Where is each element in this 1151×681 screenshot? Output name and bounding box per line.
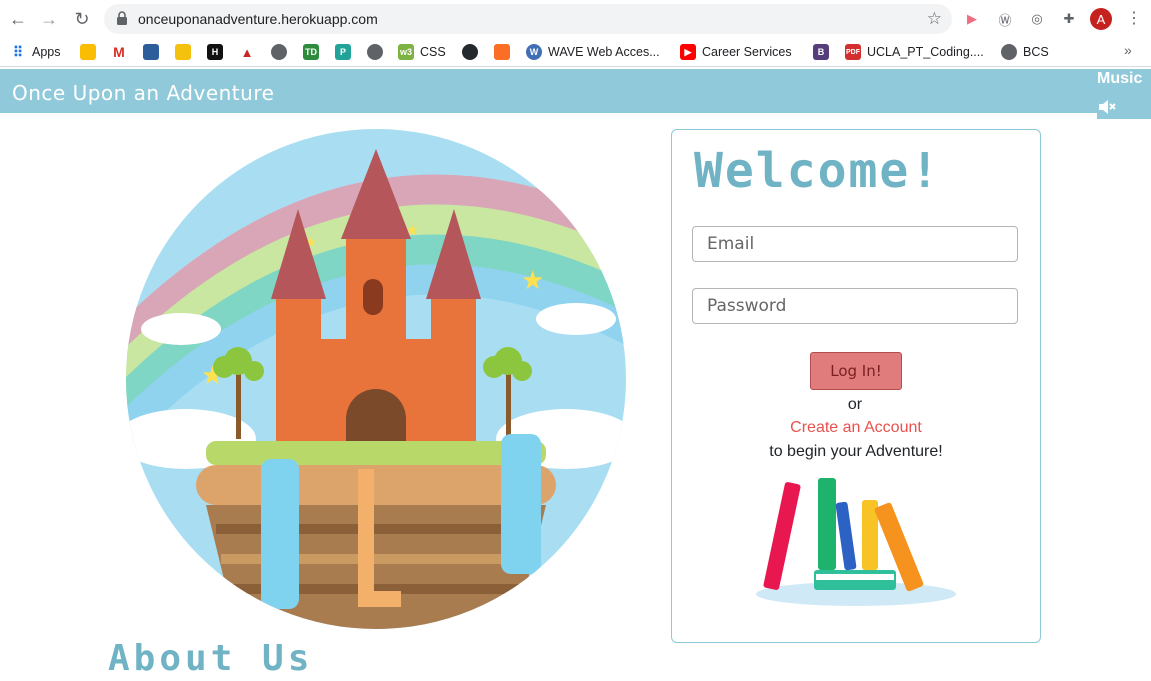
lock-icon bbox=[117, 11, 127, 25]
bookmark-bootstrap[interactable]: B bbox=[813, 42, 835, 62]
bookmark-ucla[interactable] bbox=[143, 42, 165, 62]
gitlab-icon bbox=[494, 44, 510, 60]
extension-circle-icon[interactable]: ◎ bbox=[1027, 9, 1047, 29]
about-us-heading: About Us bbox=[108, 638, 314, 679]
td-icon: TD bbox=[303, 44, 319, 60]
bookmark-label: Career Services bbox=[702, 45, 792, 59]
bookmark-apps[interactable]: ⠿ Apps bbox=[10, 42, 61, 62]
extension-icon[interactable]: ▶ bbox=[962, 9, 982, 29]
mute-speaker-icon[interactable] bbox=[1097, 97, 1117, 117]
castle-illustration: ★ ★ ★ ★ bbox=[126, 129, 626, 629]
bookmark-label: Apps bbox=[32, 45, 61, 59]
bookmark-p[interactable]: P bbox=[335, 42, 357, 62]
bookmark-td[interactable]: TD bbox=[303, 42, 325, 62]
bookmarks-bar: ⠿ Apps M H ▲ TD P w3 CSS W WAVE Web Acce… bbox=[0, 38, 1151, 67]
site-title[interactable]: Once Upon an Adventure bbox=[12, 81, 274, 105]
gmail-icon: M bbox=[111, 44, 127, 60]
extension-w-icon[interactable]: Ⓦ bbox=[995, 9, 1015, 29]
bookmark-drive[interactable] bbox=[80, 42, 102, 62]
bookmark-bcs[interactable]: BCS bbox=[1001, 42, 1049, 62]
bookmark-gitlab[interactable] bbox=[494, 42, 516, 62]
apps-grid-icon: ⠿ bbox=[12, 43, 24, 60]
youtube-icon: ▶ bbox=[680, 44, 696, 60]
ucla-icon bbox=[143, 44, 159, 60]
bookmark-h[interactable]: H bbox=[207, 42, 229, 62]
w3-icon: w3 bbox=[398, 44, 414, 60]
extensions-puzzle-icon[interactable]: ✚ bbox=[1059, 9, 1079, 29]
wave-icon: W bbox=[526, 44, 542, 60]
login-button[interactable]: Log In! bbox=[810, 352, 902, 390]
begin-adventure-text: to begin your Adventure! bbox=[769, 443, 943, 460]
bookmark-gmail[interactable]: M bbox=[111, 42, 133, 62]
music-label: Music bbox=[1097, 70, 1143, 87]
pdf-icon: PDF bbox=[845, 44, 861, 60]
bookmark-css[interactable]: w3 CSS bbox=[398, 42, 446, 62]
bookmark-label: BCS bbox=[1023, 45, 1049, 59]
bookmark-triangle[interactable]: ▲ bbox=[239, 42, 261, 62]
globe-icon bbox=[271, 44, 287, 60]
address-bar[interactable]: onceuponanadventure.herokuapp.com ☆ bbox=[104, 4, 952, 34]
bookmark-sheets[interactable] bbox=[175, 42, 197, 62]
github-icon bbox=[462, 44, 478, 60]
site-navbar: Once Upon an Adventure bbox=[0, 69, 1151, 113]
welcome-heading: Welcome! bbox=[694, 143, 942, 199]
globe-icon bbox=[1001, 44, 1017, 60]
drive-icon bbox=[80, 44, 96, 60]
browser-toolbar: ← → ↻ onceuponanadventure.herokuapp.com … bbox=[0, 0, 1151, 38]
bookmark-globe-2[interactable] bbox=[367, 42, 389, 62]
globe-icon bbox=[367, 44, 383, 60]
forward-arrow-icon[interactable]: → bbox=[38, 8, 60, 30]
bookmark-label: UCLA_PT_Coding.... bbox=[867, 45, 984, 59]
bookmark-github[interactable] bbox=[462, 42, 484, 62]
create-account-link[interactable]: Create an Account bbox=[671, 419, 1041, 437]
password-field[interactable] bbox=[692, 288, 1018, 324]
bootstrap-icon: B bbox=[813, 44, 829, 60]
or-text: or bbox=[847, 396, 863, 413]
bookmark-wave[interactable]: W WAVE Web Acces... bbox=[526, 42, 660, 62]
p-logo-icon: P bbox=[335, 44, 351, 60]
back-arrow-icon[interactable]: ← bbox=[7, 8, 29, 30]
sheets-icon bbox=[175, 44, 191, 60]
bookmark-globe-1[interactable] bbox=[271, 42, 293, 62]
reload-icon[interactable]: ↻ bbox=[71, 8, 93, 30]
email-field[interactable] bbox=[692, 226, 1018, 262]
svg-text:★: ★ bbox=[521, 266, 544, 296]
bookmark-star-icon[interactable]: ☆ bbox=[927, 9, 942, 29]
bookmarks-more-chevron-icon[interactable]: » bbox=[1124, 42, 1132, 58]
h-logo-icon: H bbox=[207, 44, 223, 60]
triangle-icon: ▲ bbox=[239, 44, 255, 60]
books-illustration bbox=[756, 478, 956, 606]
profile-avatar[interactable]: A bbox=[1090, 8, 1112, 30]
menu-kebab-icon[interactable]: ⋮ bbox=[1126, 8, 1142, 30]
bookmark-ucla-pt[interactable]: PDF UCLA_PT_Coding.... bbox=[845, 42, 984, 62]
bookmark-label: CSS bbox=[420, 45, 446, 59]
bookmark-label: WAVE Web Acces... bbox=[548, 45, 660, 59]
bookmark-career-services[interactable]: ▶ Career Services bbox=[680, 42, 792, 62]
url-text: onceuponanadventure.herokuapp.com bbox=[138, 11, 378, 27]
